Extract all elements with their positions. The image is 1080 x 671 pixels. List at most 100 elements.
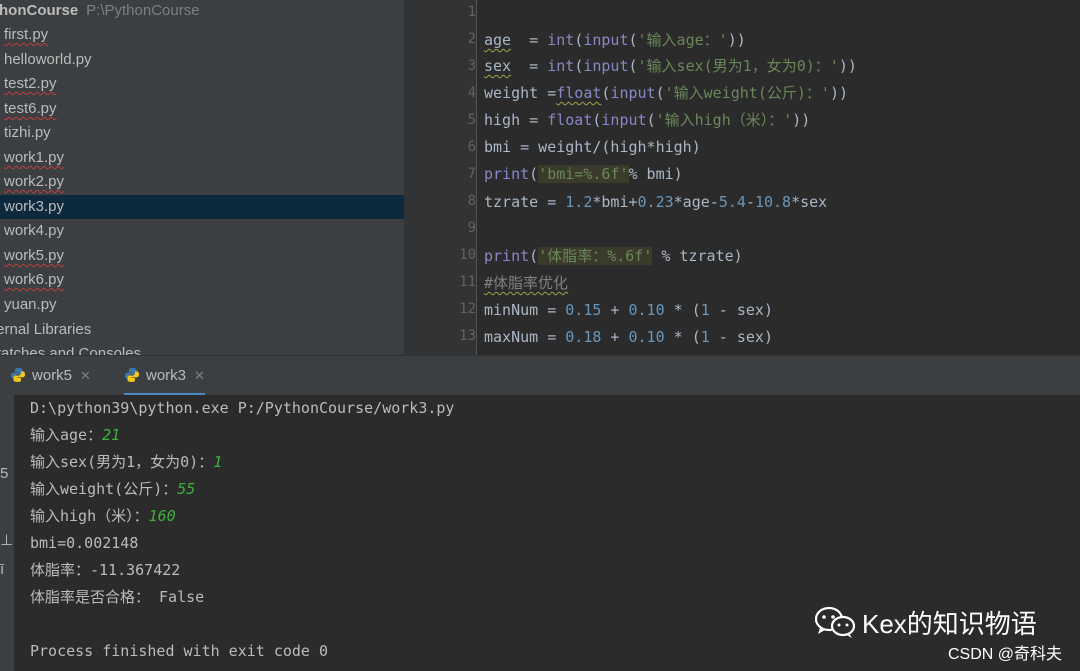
- code-token: maxNum =: [484, 328, 566, 346]
- code-token: (: [574, 57, 584, 75]
- rerun-icon[interactable]: 5: [0, 465, 8, 482]
- code-token: )): [727, 31, 746, 49]
- code-token: (: [574, 31, 584, 49]
- file-item-helloworld[interactable]: helloworld.py: [0, 48, 404, 72]
- code-token: (: [646, 111, 656, 129]
- code-token: +: [601, 301, 629, 319]
- code-line-13: maxNum = 0.18 + 0.10 * (1 - sex): [484, 325, 773, 349]
- line-number: 10: [459, 247, 476, 263]
- file-item-work4[interactable]: work4.py: [0, 219, 404, 243]
- external-libraries-item[interactable]: ternal Libraries: [0, 318, 392, 342]
- console-line: 输入high（米）：160: [30, 503, 176, 530]
- tab-label: work3: [146, 367, 187, 384]
- code-token: input: [583, 31, 629, 49]
- code-token: #体脂率优化: [484, 274, 569, 292]
- line-number: 11: [459, 274, 476, 290]
- wechat-watermark: Kex的知识物语: [814, 604, 1037, 644]
- code-token: input: [583, 57, 629, 75]
- project-root[interactable]: thonCourse P:\PythonCourse: [0, 0, 200, 22]
- wechat-icon: [814, 606, 856, 638]
- csdn-credit: CSDN @奇科夫: [947, 646, 1062, 663]
- code-editor[interactable]: age = int(input('输入age：')) sex = int(inp…: [477, 0, 1080, 355]
- console-toolbar: 5 ⊥ ī: [0, 395, 14, 671]
- file-item-yuan[interactable]: yuan.py: [0, 293, 404, 317]
- project-panel: thonCourse P:\PythonCourse first.py hello…: [0, 0, 404, 355]
- code-token: input: [610, 84, 656, 102]
- tab-work3[interactable]: work3 ✕: [124, 356, 205, 396]
- code-token: float: [547, 111, 593, 129]
- code-token: tzrate =: [484, 193, 566, 211]
- file-item-test6[interactable]: test6.py: [0, 97, 404, 121]
- line-number: 4: [467, 85, 476, 101]
- code-token: =: [511, 57, 548, 75]
- line-number: 12: [459, 301, 476, 317]
- scratches-consoles-item[interactable]: ratches and Consoles: [0, 342, 396, 355]
- code-token: input: [601, 111, 647, 129]
- file-item-tizhi[interactable]: tizhi.py: [0, 121, 404, 145]
- console-prompt: 输入sex(男为1，女为0)：: [30, 453, 214, 471]
- line-number: 7: [467, 166, 476, 182]
- code-token: *bmi+: [592, 193, 638, 211]
- tab-label: work5: [32, 367, 73, 384]
- code-line-10: print('体脂率：%.6f' % tzrate): [484, 244, 743, 268]
- pin-icon[interactable]: ⊥: [0, 531, 13, 549]
- line-number-gutter: 1 2 3 4 5 6 7 8 9 10 11 12 13: [406, 0, 476, 355]
- code-token: (: [529, 247, 539, 265]
- file-item-work2[interactable]: work2.py: [0, 170, 404, 194]
- console-finished: Process finished with exit code 0: [30, 642, 329, 660]
- code-token: - sex): [709, 301, 773, 319]
- console-line: 输入sex(男为1，女为0)：1: [30, 449, 222, 476]
- console-tizhi: 体脂率：-11.367422: [30, 561, 181, 579]
- user-input: 55: [177, 480, 196, 498]
- code-token: 'bmi=%.6f': [538, 165, 629, 183]
- run-tab-bar: work5 ✕ work3 ✕: [0, 355, 1080, 396]
- user-input: 1: [213, 453, 223, 471]
- file-item-work3[interactable]: work3.py: [0, 195, 404, 219]
- code-token: high =: [484, 111, 548, 129]
- code-line-11: #体脂率优化: [484, 271, 568, 295]
- file-item-work1[interactable]: work1.py: [0, 146, 404, 170]
- code-token: weight =: [484, 84, 557, 102]
- code-token: 1: [700, 328, 710, 346]
- console-command: D:\python39\python.exe P:/PythonCourse/w…: [30, 399, 455, 417]
- code-token: 1: [700, 301, 710, 319]
- user-input: 21: [102, 426, 121, 444]
- code-token: % tzrate): [652, 247, 743, 265]
- code-token: bmi = weight/(high*high): [484, 138, 701, 156]
- code-token: '输入sex(男为1，女为0)：': [637, 57, 839, 75]
- file-item-work6[interactable]: work6.py: [0, 268, 404, 292]
- close-icon[interactable]: ✕: [194, 368, 205, 383]
- code-token: minNum =: [484, 301, 566, 319]
- project-root-path: P:\PythonCourse: [86, 2, 200, 19]
- tab-work5[interactable]: work5 ✕: [10, 356, 91, 396]
- line-number: 8: [467, 193, 476, 209]
- code-token: *age-: [673, 193, 719, 211]
- file-item-work5[interactable]: work5.py: [0, 244, 404, 268]
- code-token: - sex): [709, 328, 773, 346]
- project-root-name: thonCourse: [0, 2, 79, 19]
- python-icon: [11, 368, 25, 382]
- line-number: 13: [459, 328, 476, 344]
- code-token: 0.10: [628, 301, 665, 319]
- code-token: age: [484, 31, 512, 49]
- console-prompt: 输入high（米）：: [30, 507, 149, 525]
- console-line: 输入weight(公斤)：55: [30, 476, 195, 503]
- code-token: int: [547, 31, 575, 49]
- print-icon[interactable]: ī: [0, 561, 4, 578]
- code-token: (: [628, 57, 638, 75]
- console-prompt: 输入age：: [30, 426, 103, 444]
- code-token: )): [792, 111, 811, 129]
- code-token: =: [511, 31, 548, 49]
- code-token: print: [484, 247, 530, 265]
- line-number: 1: [467, 4, 476, 20]
- code-line-6: bmi = weight/(high*high): [484, 135, 701, 159]
- code-token: * (: [664, 301, 701, 319]
- file-item-test2[interactable]: test2.py: [0, 72, 404, 96]
- code-token: print: [484, 165, 530, 183]
- close-icon[interactable]: ✕: [80, 368, 91, 383]
- file-item-first[interactable]: first.py: [0, 23, 404, 47]
- code-token: 1.2: [565, 193, 593, 211]
- line-number: 5: [467, 112, 476, 128]
- code-token: 0.15: [565, 301, 602, 319]
- line-number: 3: [467, 58, 476, 74]
